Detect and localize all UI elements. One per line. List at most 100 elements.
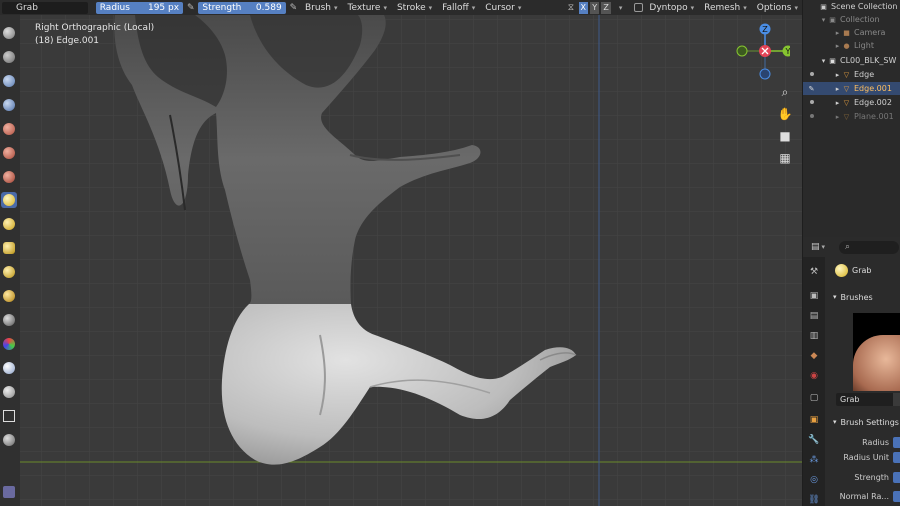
3d-viewport[interactable]: Right Orthographic (Local) (18) Edge.001… [20,15,802,506]
radius-field[interactable]: Radius 195 px [95,1,184,14]
brush-normal-radius-row[interactable]: Normal Ra... [829,490,900,503]
inflate-icon [3,147,15,159]
grab-brush-tool[interactable] [1,192,17,208]
mirror-z-toggle[interactable]: Z [601,1,611,14]
outliner-group[interactable]: ▾ ▣ CL00_BLK_SW [803,54,900,67]
draw-face-sets-tool[interactable] [1,360,17,376]
flatten-brush-tool[interactable] [1,240,17,256]
zoom-icon[interactable]: ⌕ [776,83,794,101]
brush-radius-row[interactable]: Radius [829,436,900,449]
brush-users-count[interactable] [893,393,900,406]
view-layer-tab-icon[interactable]: ▥ [807,329,821,343]
brush-preview[interactable] [853,313,900,391]
crease-brush-tool[interactable] [1,169,17,185]
symmetry-options-dropdown[interactable]: ▾ [613,2,629,14]
options-menu[interactable]: Options ▾ [753,2,802,14]
mask-brush-tool[interactable] [1,336,17,352]
visibility-dot[interactable] [810,100,814,104]
active-tool-name[interactable]: Grab [2,1,88,14]
pose-brush-tool[interactable] [1,312,17,328]
dyntopo-checkbox[interactable] [634,3,644,12]
dyntopo-toggle[interactable]: Dyntopo ▾ [630,2,698,14]
chevron-right-icon[interactable]: ▸ [833,98,842,107]
falloff-menu[interactable]: Falloff ▾ [438,2,479,14]
chevron-right-icon[interactable]: ▸ [833,112,842,121]
scene-tab-icon[interactable]: ◆ [807,349,821,363]
brush-settings-section-header[interactable]: ▾ Brush Settings [833,414,899,430]
modifier-tab-icon[interactable]: 🔧 [807,433,821,447]
brush-name-field[interactable]: Grab [836,393,900,406]
chevron-down-icon[interactable]: ▾ [819,56,828,65]
outliner-item-edge-002[interactable]: ▸ ▽ Edge.002 [803,96,900,109]
chevron-right-icon[interactable]: ▸ [833,41,842,50]
layer-brush-tool[interactable] [1,121,17,137]
transform-tool[interactable] [1,432,17,448]
physics-tab-icon[interactable]: ◎ [807,473,821,487]
navigation-gizmo[interactable]: Z Y [730,21,790,87]
texture-menu[interactable]: Texture ▾ [344,2,391,14]
ortho-grid-icon[interactable]: ▦ [776,149,794,167]
pan-hand-icon[interactable]: ✋ [776,105,794,123]
flatten-icon [3,242,15,254]
chevron-right-icon[interactable]: ▸ [833,70,842,79]
strength-slider[interactable] [893,472,900,483]
strength-field[interactable]: Strength 0.589 [198,1,286,14]
brushes-section-header[interactable]: ▾ Brushes [833,289,873,305]
draw-sharp-brush-tool[interactable] [1,49,17,65]
remesh-menu[interactable]: Remesh ▾ [700,2,751,14]
gizmo-neg-z-handle[interactable] [759,68,771,80]
inflate-brush-tool[interactable] [1,145,17,161]
world-tab-icon[interactable]: ◉ [807,369,821,383]
brush-menu[interactable]: Brush ▾ [301,2,342,14]
symmetry-icon[interactable]: ⧖ [565,2,576,14]
chevron-down-icon: ▾ [333,3,338,12]
smooth-brush-tool[interactable] [1,216,17,232]
box-mask-tool[interactable] [1,384,17,400]
outliner-light[interactable]: ▸ ● Light [803,39,900,52]
gizmo-neg-y-handle[interactable] [736,45,748,57]
cursor-menu[interactable]: Cursor ▾ [481,2,525,14]
outliner-camera[interactable]: ▸ ■ Camera [803,26,900,39]
editor-type-icon[interactable]: ▤ [811,242,820,252]
constraints-tab-icon[interactable]: ⛓ [807,493,821,506]
draw-brush-tool[interactable] [1,25,17,41]
brush-edit-icon[interactable]: ✎ [807,84,816,93]
outliner-item-plane-001[interactable]: ▸ ▽ Plane.001 [803,110,900,123]
chevron-down-icon[interactable]: ▾ [822,243,826,251]
tool-tab-icon[interactable]: ⚒ [807,265,821,279]
box-select-tool[interactable] [1,408,17,424]
chevron-down-icon[interactable]: ▾ [819,15,828,24]
chevron-right-icon[interactable]: ▸ [833,28,842,37]
outliner-item-edge-001[interactable]: ✎ ▸ ▽ Edge.001 [803,82,900,95]
active-brush[interactable]: Grab [835,262,871,278]
strength-pressure-icon[interactable]: ✎ [288,2,299,14]
clay-brush-tool[interactable] [1,73,17,89]
radius-slider[interactable] [893,437,900,448]
object-tab-icon[interactable]: ▣ [807,413,821,427]
brush-radius-unit-row[interactable]: Radius Unit [829,451,900,464]
normal-radius-slider[interactable] [893,491,900,502]
chevron-right-icon[interactable]: ▸ [833,84,842,93]
collection-tab-icon[interactable]: ▢ [807,391,821,405]
particles-tab-icon[interactable]: ⁂ [807,453,821,467]
mirror-y-toggle[interactable]: Y [590,1,600,14]
properties-search-input[interactable]: ⌕ [839,240,900,254]
outliner-collection[interactable]: ▾ ▣ Collection [803,13,900,26]
thumb-brush-tool[interactable] [1,288,17,304]
row-label: Radius Unit [843,453,889,462]
visibility-dot[interactable] [810,72,814,76]
output-tab-icon[interactable]: ▤ [807,309,821,323]
clay-strips-brush-tool[interactable] [1,97,17,113]
stroke-menu[interactable]: Stroke ▾ [393,2,436,14]
render-tab-icon[interactable]: ▣ [807,289,821,303]
mirror-x-toggle[interactable]: X [578,1,589,14]
snake-hook-brush-tool[interactable] [1,264,17,280]
radius-unit-select[interactable] [893,452,900,463]
outliner-scene-collection[interactable]: ▣ Scene Collection [803,0,900,13]
visibility-dot[interactable] [810,114,814,118]
outliner-item-edge[interactable]: ▸ ▽ Edge [803,68,900,81]
annotate-tool[interactable] [1,484,17,500]
brush-strength-row[interactable]: Strength [829,471,900,484]
pressure-pen-icon[interactable]: ✎ [185,2,196,14]
camera-view-icon[interactable]: ■ [776,127,794,145]
